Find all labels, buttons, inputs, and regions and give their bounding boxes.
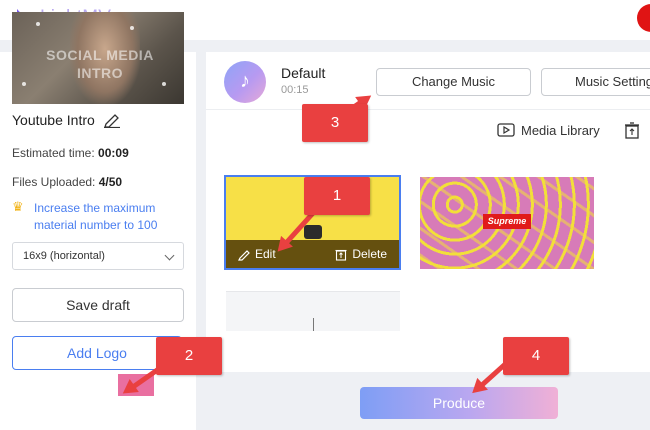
music-disc[interactable]: ♪ xyxy=(224,61,266,103)
estimated-time: Estimated time: 00:09 xyxy=(12,146,129,160)
annotation-badge: 1 xyxy=(304,177,370,215)
media-library-button[interactable]: Media Library xyxy=(497,122,600,138)
chevron-down-icon xyxy=(164,250,175,261)
scene-card[interactable]: Supreme xyxy=(420,177,594,269)
sparkle xyxy=(130,26,134,30)
media-library-icon xyxy=(497,123,515,137)
media-library-label: Media Library xyxy=(521,122,600,138)
edit-scene-button[interactable]: Edit xyxy=(238,247,276,261)
delete-icon xyxy=(335,249,347,261)
scene-card-empty[interactable] xyxy=(226,291,400,331)
music-note-icon: ♪ xyxy=(240,70,250,92)
sparkle xyxy=(36,22,40,26)
delete-scene-button[interactable]: Delete xyxy=(335,247,387,261)
upgrade-link[interactable]: Increase the maximum material number to … xyxy=(34,200,184,234)
music-settings-button[interactable]: Music Settings xyxy=(541,68,650,96)
sparkle xyxy=(22,82,26,86)
music-name: Default xyxy=(281,65,326,81)
text-cursor xyxy=(313,318,314,331)
files-uploaded-value: 4/50 xyxy=(98,175,123,189)
annotation-badge: 3 xyxy=(302,104,368,142)
music-duration: 00:15 xyxy=(281,84,309,96)
thumbnail-text: SOCIAL MEDIA INTRO xyxy=(46,47,154,81)
aspect-ratio-value: 16x9 (horizontal) xyxy=(23,250,105,262)
trash-icon[interactable] xyxy=(624,122,640,139)
delete-label: Delete xyxy=(352,247,387,261)
scene-logo-text: Supreme xyxy=(483,214,531,229)
camera-graphic xyxy=(304,225,322,239)
aspect-ratio-select[interactable]: 16x9 (horizontal) xyxy=(12,242,184,270)
save-draft-button[interactable]: Save draft xyxy=(12,288,184,322)
scene-action-bar: Edit Delete xyxy=(226,240,399,268)
project-thumbnail[interactable]: SOCIAL MEDIA INTRO xyxy=(12,12,184,104)
pencil-icon[interactable] xyxy=(103,112,121,128)
crown-icon: ♛ xyxy=(12,199,24,214)
files-uploaded-label: Files Uploaded: xyxy=(12,175,96,189)
annotation-badge: 2 xyxy=(156,337,222,375)
files-uploaded: Files Uploaded: 4/50 xyxy=(12,175,122,189)
change-music-button[interactable]: Change Music xyxy=(376,68,531,96)
annotation-badge: 4 xyxy=(503,337,569,375)
estimated-time-value: 00:09 xyxy=(98,146,129,160)
edit-label: Edit xyxy=(255,247,276,261)
edit-icon xyxy=(238,249,250,261)
estimated-time-label: Estimated time: xyxy=(12,146,95,160)
sparkle xyxy=(162,82,166,86)
produce-button[interactable]: Produce xyxy=(360,387,558,419)
project-title-text: Youtube Intro xyxy=(12,112,95,128)
user-avatar[interactable] xyxy=(637,4,650,32)
project-title: Youtube Intro xyxy=(12,112,121,128)
